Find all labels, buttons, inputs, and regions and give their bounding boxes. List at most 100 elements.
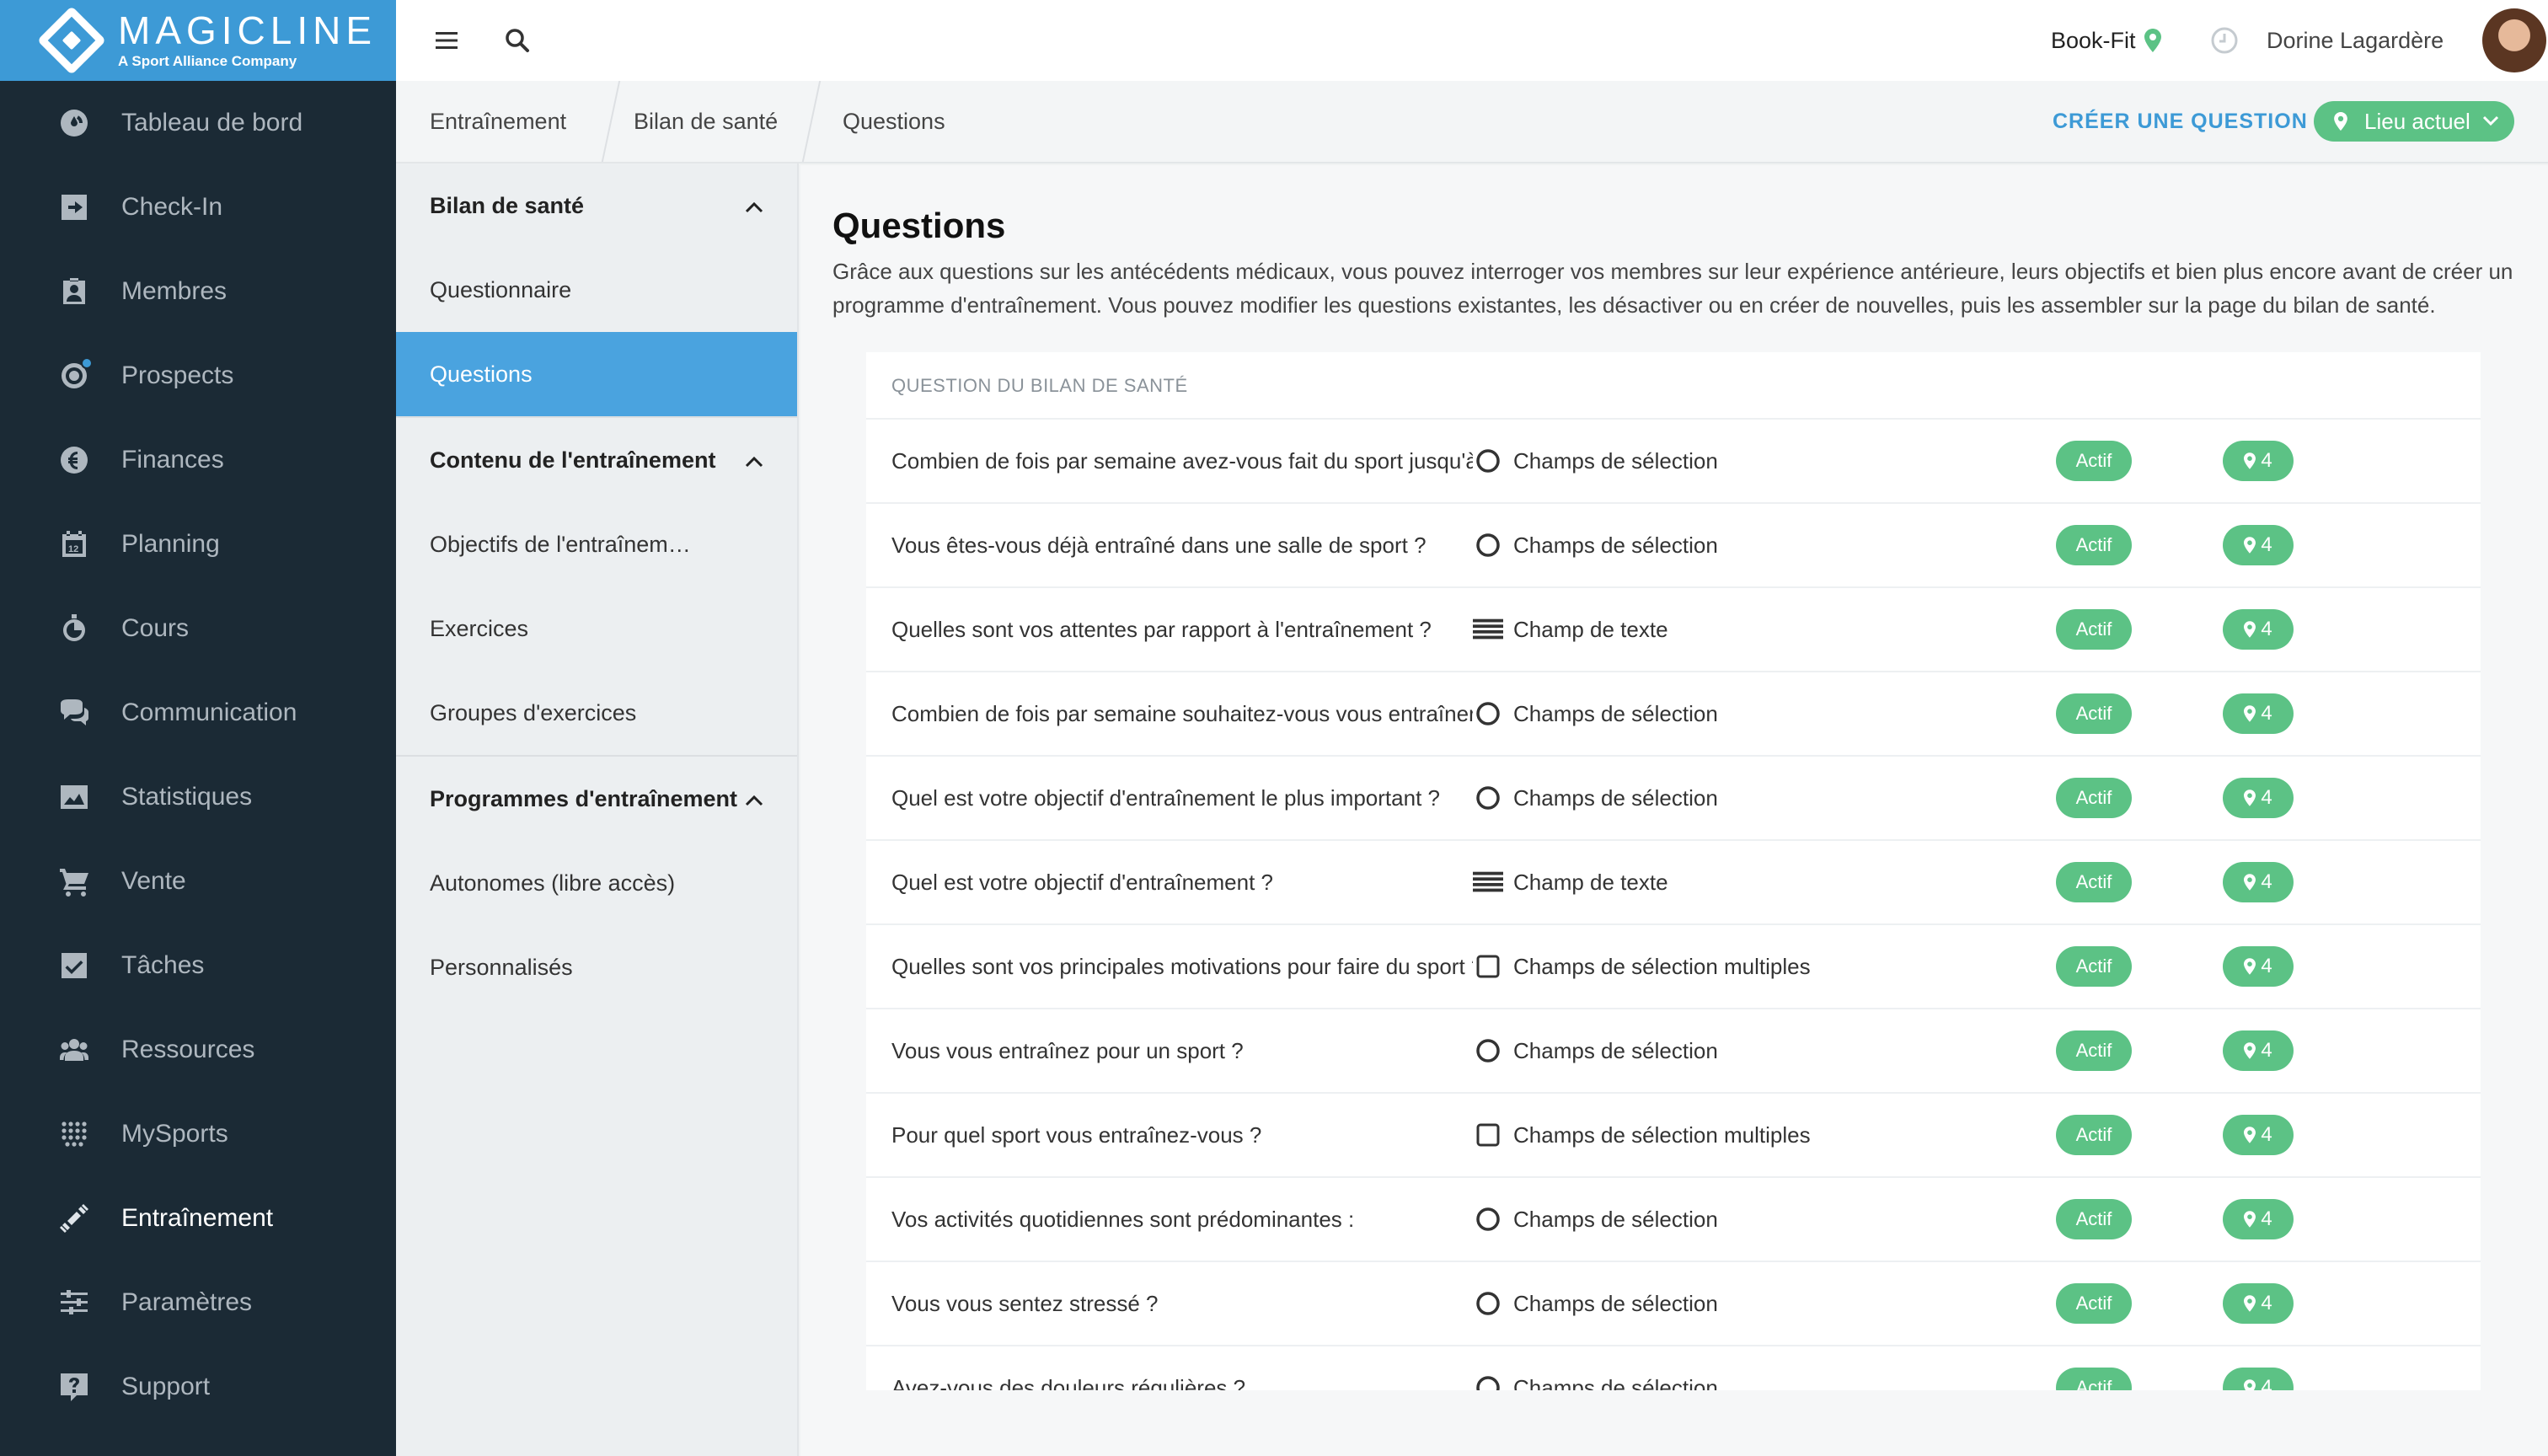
breadcrumb-item[interactable]: Bilan de santé (634, 81, 778, 162)
user-name[interactable]: Dorine Lagardère (2267, 24, 2444, 57)
breadcrumb-current: Questions (843, 109, 945, 134)
radio-icon (1473, 1373, 1503, 1390)
location-count-badge[interactable]: 4 (2223, 609, 2294, 650)
subnav-item[interactable]: Questions (396, 332, 797, 416)
sidebar-item-label: Finances (121, 446, 224, 474)
sidebar-item-mysports[interactable]: MySports (0, 1092, 396, 1176)
table-row[interactable]: Quel est votre objectif d'entraînement ?… (866, 841, 2481, 925)
sidebar-item-planning[interactable]: 12 Planning (0, 502, 396, 586)
checkbox-icon (1473, 1120, 1503, 1150)
sidebar-item-cours[interactable]: Cours (0, 586, 396, 671)
subnav-item[interactable]: Personnalisés (396, 925, 797, 1009)
location-count: 4 (2261, 870, 2272, 893)
question-text: Vous vous entraînez pour un sport ? (891, 1037, 1244, 1063)
map-pin-icon (2244, 1127, 2256, 1143)
table-row[interactable]: Combien de fois par semaine souhaitez-vo… (866, 672, 2481, 757)
location-count-badge[interactable]: 4 (2223, 1030, 2294, 1071)
sidebar-item-prospects[interactable]: Prospects (0, 334, 396, 418)
location-dropdown[interactable]: Lieu actuel (2314, 101, 2514, 142)
status-badge[interactable]: Actif (2056, 1283, 2132, 1324)
status-badge[interactable]: Actif (2056, 946, 2132, 987)
question-type: Champs de sélection (1473, 1204, 1718, 1234)
status-badge[interactable]: Actif (2056, 693, 2132, 734)
subnav-item[interactable]: Objectifs de l'entraînem… (396, 502, 797, 586)
location-count: 4 (2261, 618, 2272, 640)
table-row[interactable]: Vos activités quotidiennes sont prédomin… (866, 1178, 2481, 1262)
user-avatar[interactable] (2482, 8, 2546, 72)
subnav-item[interactable]: Autonomes (libre accès) (396, 841, 797, 925)
question-text: Pour quel sport vous entraînez-vous ? (891, 1121, 1262, 1148)
subnav-group-header[interactable]: Bilan de santé (396, 163, 797, 248)
sidebar-item-entra-nement[interactable]: Entraînement (0, 1176, 396, 1261)
subnav-group-header[interactable]: Contenu de l'entraînement (396, 418, 797, 502)
create-question-button[interactable]: CRÉER UNE QUESTION (2053, 110, 2308, 134)
table-row[interactable]: Avez-vous des douleurs régulières ? Champ… (866, 1346, 2481, 1390)
table-row[interactable]: Pour quel sport vous entraînez-vous ? Cha… (866, 1094, 2481, 1178)
status-badge[interactable]: Actif (2056, 1368, 2132, 1390)
subnav-item[interactable]: Exercices (396, 586, 797, 671)
breadcrumb-item[interactable]: Entraînement (430, 81, 566, 162)
studio-selector[interactable]: Book-Fit (2051, 24, 2161, 57)
table-row[interactable]: Quelles sont vos principales motivations… (866, 925, 2481, 1009)
location-count: 4 (2261, 1123, 2272, 1146)
question-text: Quel est votre objectif d'entraînement ? (891, 869, 1273, 895)
sidebar-item-label: Paramètres (121, 1288, 253, 1316)
location-count-badge[interactable]: 4 (2223, 693, 2294, 734)
chevron-up-icon (745, 193, 763, 219)
status-badge[interactable]: Actif (2056, 1199, 2132, 1239)
status-badge[interactable]: Actif (2056, 441, 2132, 481)
clock-icon[interactable] (2208, 24, 2241, 57)
sidebar-item-vente[interactable]: Vente (0, 839, 396, 923)
table-row[interactable]: Combien de fois par semaine avez-vous fa… (866, 420, 2481, 504)
status-badge[interactable]: Actif (2056, 862, 2132, 902)
table-row[interactable]: Vous vous entraînez pour un sport ? Champ… (866, 1009, 2481, 1094)
subnav-group-label: Programmes d'entraînement (430, 785, 738, 811)
sidebar-item-statistiques[interactable]: Statistiques (0, 755, 396, 839)
status-badge[interactable]: Actif (2056, 778, 2132, 818)
question-type: Champ de texte (1473, 614, 1668, 645)
logo-icon (36, 5, 107, 76)
sidebar-item-check-in[interactable]: Check-In (0, 165, 396, 249)
question-type: Champs de sélection (1473, 783, 1718, 813)
status-badge[interactable]: Actif (2056, 525, 2132, 565)
sidebar-item-finances[interactable]: Finances (0, 418, 396, 502)
location-count-badge[interactable]: 4 (2223, 1199, 2294, 1239)
location-count-badge[interactable]: 4 (2223, 862, 2294, 902)
sidebar-item-param-tres[interactable]: Paramètres (0, 1261, 396, 1345)
location-count-badge[interactable]: 4 (2223, 1115, 2294, 1155)
sidebar-item-t-ches[interactable]: Tâches (0, 923, 396, 1008)
status-badge[interactable]: Actif (2056, 1115, 2132, 1155)
status-badge[interactable]: Actif (2056, 1030, 2132, 1071)
location-count-badge[interactable]: 4 (2223, 441, 2294, 481)
brand-logo[interactable]: MAGICLINE A Sport Alliance Company (0, 0, 396, 81)
subnav-group-header[interactable]: Programmes d'entraînement (396, 757, 797, 841)
location-count: 4 (2261, 533, 2272, 556)
menu-icon[interactable] (430, 24, 463, 57)
location-count-badge[interactable]: 4 (2223, 525, 2294, 565)
search-icon[interactable] (500, 24, 534, 57)
table-row[interactable]: Quelles sont vos attentes par rapport à … (866, 588, 2481, 672)
status-badge[interactable]: Actif (2056, 609, 2132, 650)
sidebar-item-communication[interactable]: Communication (0, 671, 396, 755)
members-icon (57, 275, 91, 308)
location-count-badge[interactable]: 4 (2223, 1368, 2294, 1390)
sidebar-item-tableau-de-bord[interactable]: Tableau de bord (0, 81, 396, 165)
location-count-badge[interactable]: 4 (2223, 1283, 2294, 1324)
radio-icon (1473, 1204, 1503, 1234)
sidebar-item-membres[interactable]: Membres (0, 249, 396, 334)
sidebar-item-label: Statistiques (121, 783, 253, 811)
text-lines-icon (1473, 867, 1503, 897)
sidebar-item-support[interactable]: Support (0, 1345, 396, 1429)
question-type-label: Champs de sélection (1513, 532, 1718, 558)
table-row[interactable]: Vous vous sentez stressé ? Champs de séle… (866, 1262, 2481, 1346)
table-row[interactable]: Quel est votre objectif d'entraînement l… (866, 757, 2481, 841)
subnav-item[interactable]: Questionnaire (396, 248, 797, 332)
sidebar-item-ressources[interactable]: Ressources (0, 1008, 396, 1092)
sidebar-item-label: Check-In (121, 193, 223, 221)
sidebar-item-label: Membres (121, 277, 228, 305)
map-pin-icon (2244, 874, 2256, 891)
location-count-badge[interactable]: 4 (2223, 778, 2294, 818)
location-count-badge[interactable]: 4 (2223, 946, 2294, 987)
table-row[interactable]: Vous êtes-vous déjà entraîné dans une sa… (866, 504, 2481, 588)
subnav-item[interactable]: Groupes d'exercices (396, 671, 797, 755)
